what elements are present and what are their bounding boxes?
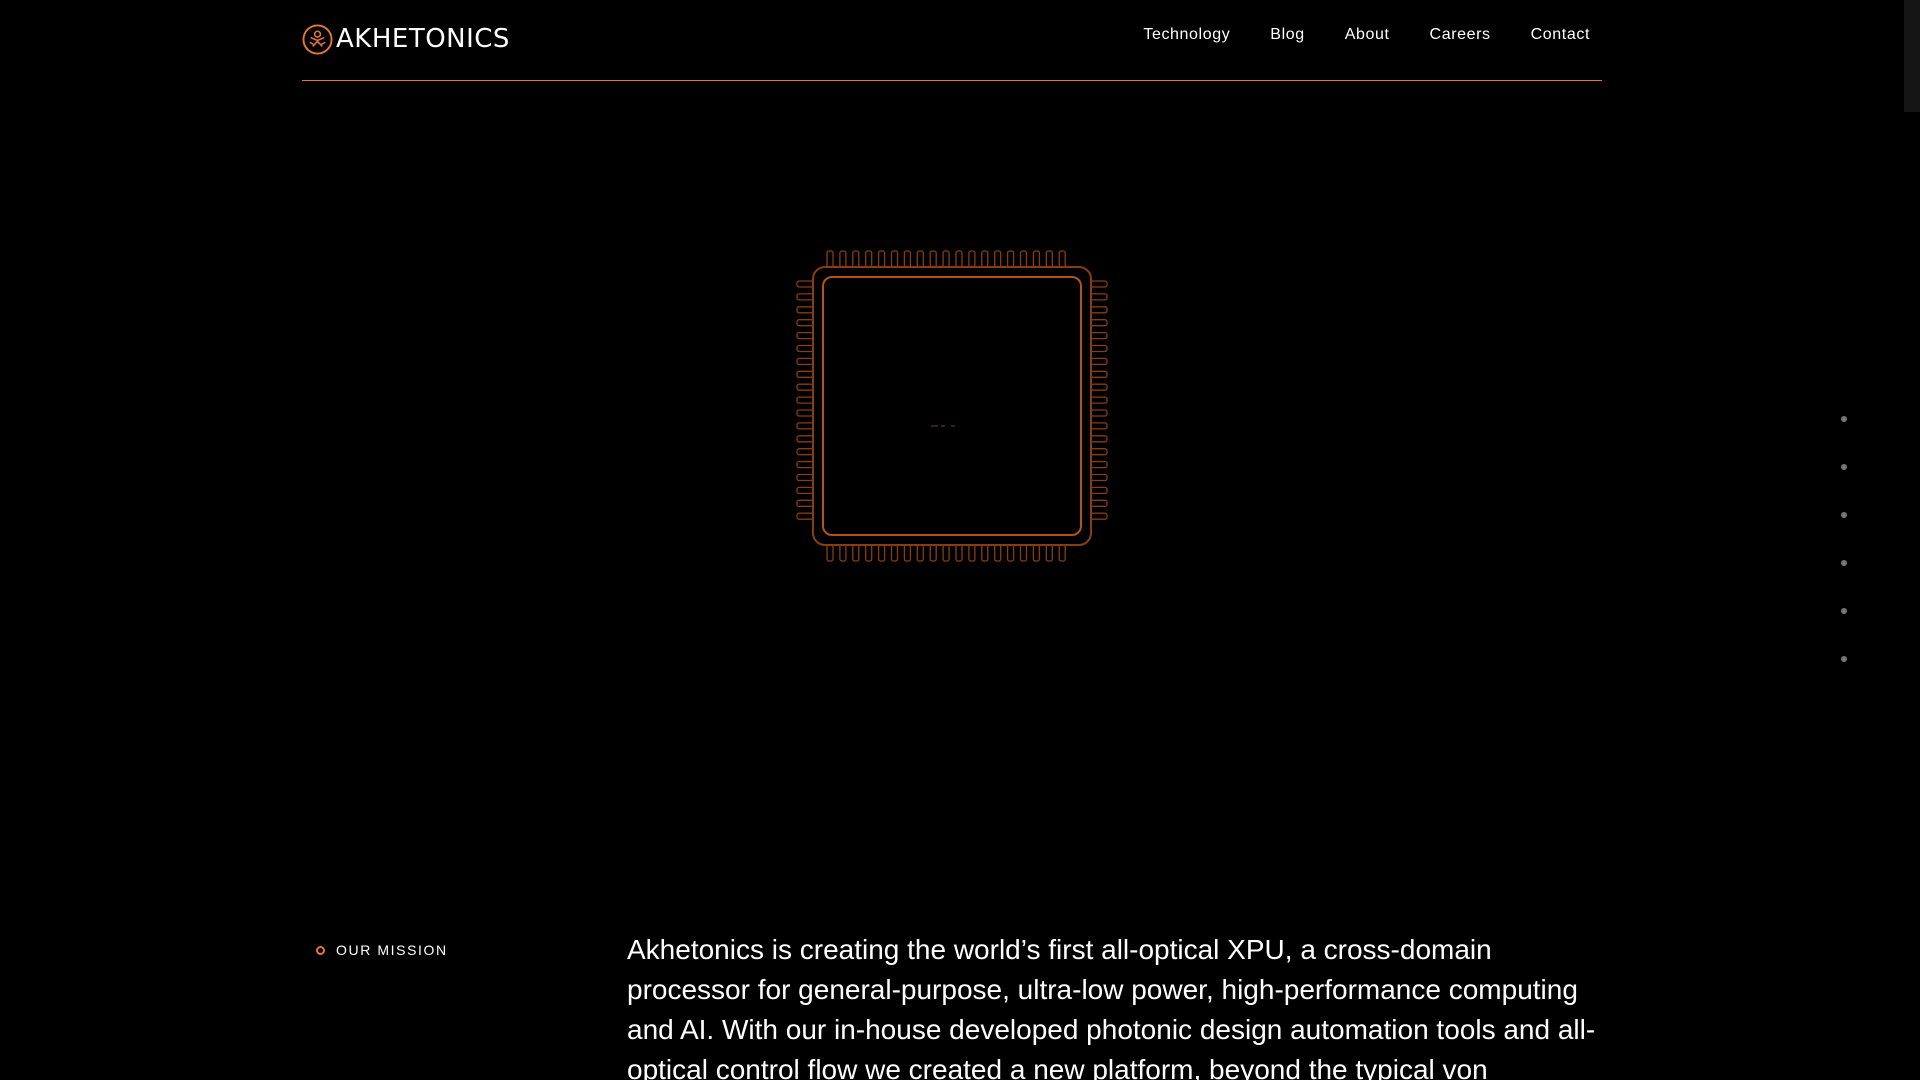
section-dot-4[interactable]	[1841, 560, 1847, 566]
nav-link-careers[interactable]: Careers	[1430, 26, 1491, 44]
mission-label: OUR MISSION	[336, 942, 448, 958]
section-dot-3[interactable]	[1841, 512, 1847, 518]
nav-link-blog[interactable]: Blog	[1270, 26, 1304, 44]
main-nav: Technology Blog About Careers Contact	[1103, 26, 1590, 44]
akhetonics-logo-icon	[302, 24, 333, 55]
scrollbar-thumb[interactable]	[1904, 0, 1920, 112]
circle-bullet-icon	[316, 945, 325, 955]
nav-link-about[interactable]: About	[1345, 26, 1390, 44]
section-nav-dots	[1838, 416, 1850, 704]
nav-link-contact[interactable]: Contact	[1531, 26, 1590, 44]
mission-statement: Akhetonics is creating the world’s first…	[627, 934, 1596, 1080]
site-header: AKHETONICS Technology Blog About Careers…	[302, 0, 1602, 81]
section-dot-2[interactable]	[1841, 464, 1847, 470]
mission-label-group: OUR MISSION	[316, 942, 448, 958]
photonic-chip-icon	[796, 250, 1108, 562]
section-dot-1[interactable]	[1841, 416, 1847, 422]
section-dot-6[interactable]	[1841, 656, 1847, 662]
brand-wordmark: AKHETONICS	[336, 24, 510, 54]
section-dot-5[interactable]	[1841, 608, 1847, 614]
logo-home-link[interactable]: AKHETONICS	[302, 24, 510, 55]
nav-link-technology[interactable]: Technology	[1143, 26, 1230, 44]
page: AKHETONICS Technology Blog About Careers…	[0, 0, 1920, 1080]
